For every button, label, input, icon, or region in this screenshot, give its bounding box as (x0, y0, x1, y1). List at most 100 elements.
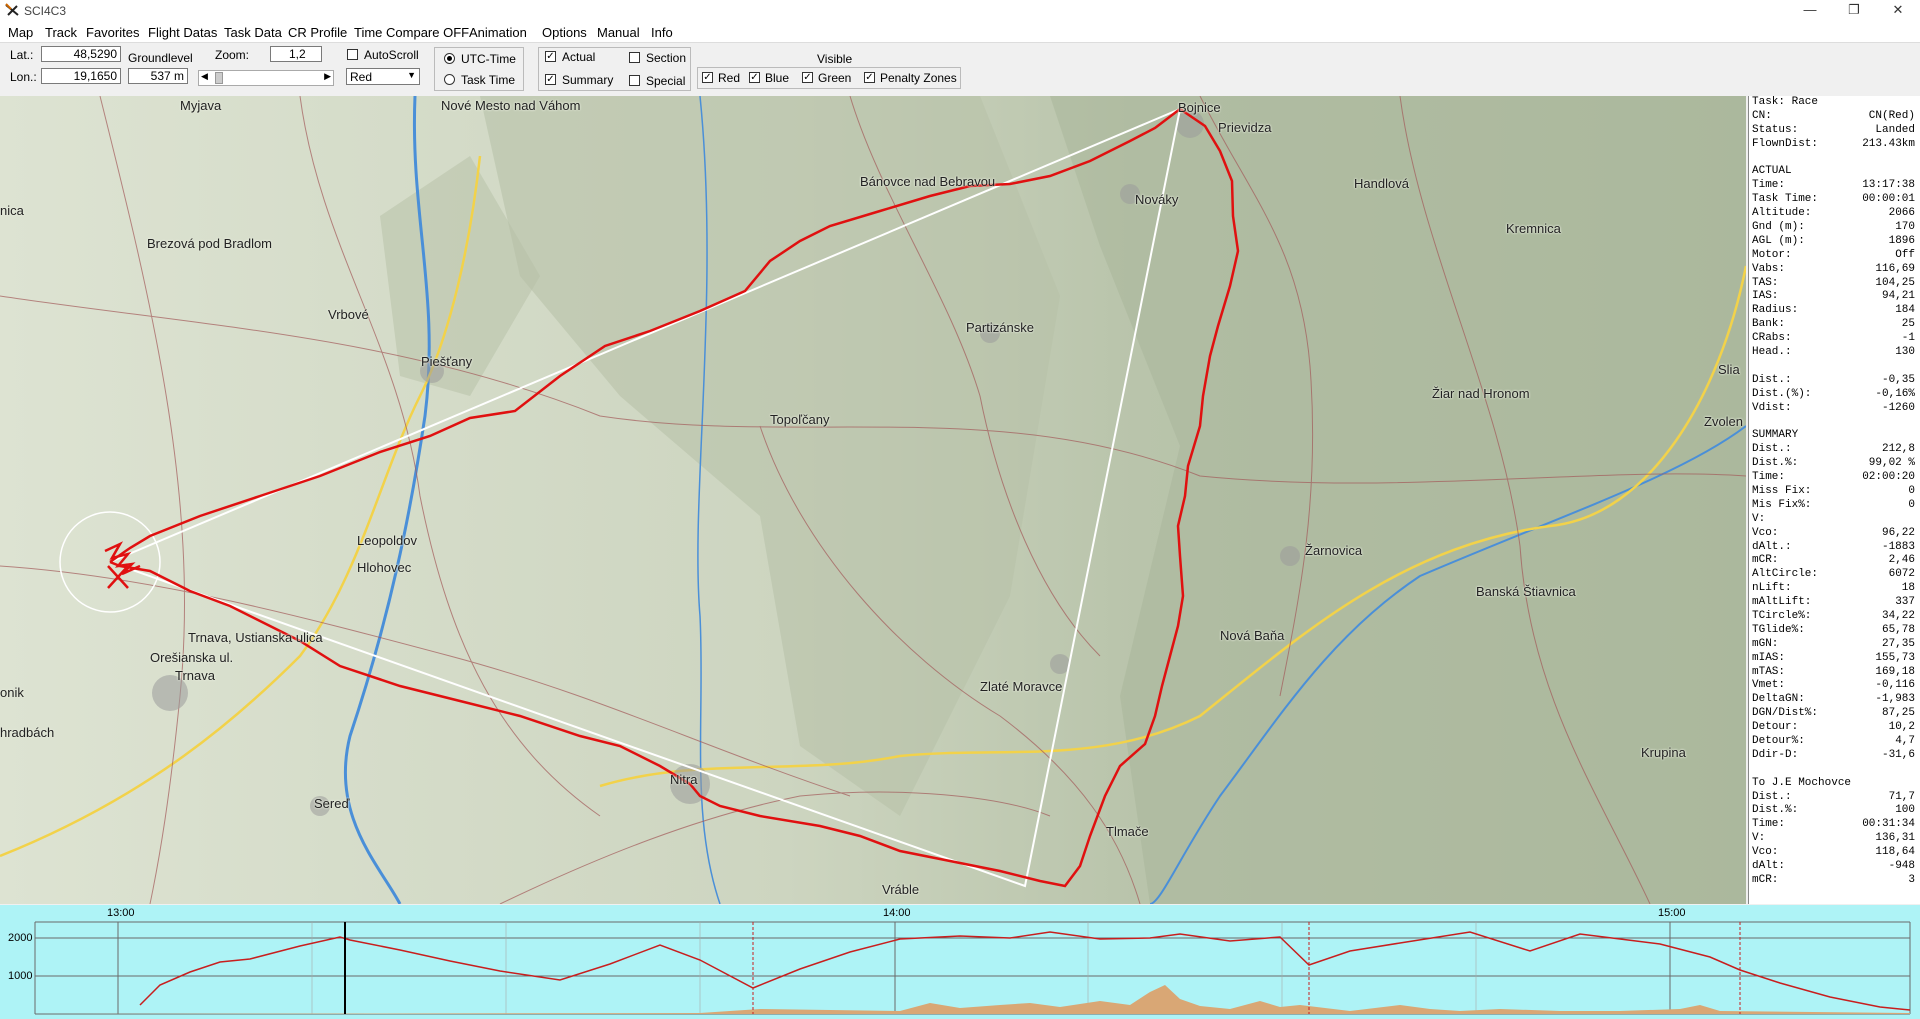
town-label: Brezová pod Bradlom (147, 236, 273, 251)
green-checkbox[interactable]: ✓ (802, 72, 813, 83)
info-value: 18 (1901, 582, 1915, 595)
menu-cr-profile[interactable]: CR Profile (288, 25, 347, 40)
info-value: -0,116 (1875, 679, 1915, 692)
info-row: Time: 13:17:38 (1749, 179, 1920, 193)
town-label: Nováky (1135, 192, 1179, 207)
info-value: 116,69 (1875, 262, 1915, 275)
menu-manual[interactable]: Manual (597, 25, 640, 40)
town-label: Bánovce nad Bebravou (860, 174, 996, 189)
menu-animation[interactable]: Animation (469, 25, 527, 40)
actual-checkbox[interactable]: ✓ (545, 51, 556, 62)
info-key: dAlt.: (1752, 540, 1792, 553)
info-row: V: 136,31 (1749, 832, 1920, 846)
menu-flight-datas[interactable]: Flight Datas (148, 25, 217, 40)
y-axis-label: 2000 (8, 932, 33, 944)
scroll-thumb[interactable] (215, 72, 223, 84)
info-row: Altitude: 2066 (1749, 207, 1920, 221)
zoom-field[interactable]: 1,2 (270, 46, 322, 62)
info-row: Detour: 10,2 (1749, 721, 1920, 735)
map-view[interactable]: Myjava Nové Mesto nad Váhom Bojnice Prie… (0, 96, 1746, 904)
info-key: DGN/Dist%: (1752, 707, 1819, 720)
town-label: Krupina (1641, 745, 1686, 760)
info-row: Motor: Off (1749, 249, 1920, 263)
menu-time-compare[interactable]: Time Compare OFF (354, 25, 469, 40)
special-checkbox[interactable] (629, 75, 640, 86)
info-key: SUMMARY (1752, 429, 1799, 442)
green-label: Green (818, 71, 852, 85)
info-key: Altitude: (1752, 207, 1812, 220)
info-key: Motor: (1752, 248, 1792, 261)
utc-time-radio[interactable] (444, 53, 455, 64)
blue-checkbox[interactable]: ✓ (749, 72, 760, 83)
town-label: onik (0, 685, 24, 700)
info-row: Task Time: 00:00:01 (1749, 193, 1920, 207)
info-key: Status: (1752, 123, 1799, 136)
autoscroll-checkbox[interactable] (347, 49, 358, 60)
info-value: 3 (1908, 873, 1915, 886)
info-row: TCircle%: 34,22 (1749, 610, 1920, 624)
info-key: mCR: (1752, 554, 1779, 567)
info-value: 00:31:34 (1862, 818, 1915, 831)
info-value: Off (1895, 248, 1915, 261)
info-value: 96,22 (1881, 526, 1915, 539)
info-key: Dist.: (1752, 443, 1792, 456)
info-row: Dist.%: 99,02 % (1749, 457, 1920, 471)
info-value: -1 (1901, 332, 1915, 345)
minimize-icon[interactable]: — (1788, 0, 1832, 22)
menu-options[interactable]: Options (542, 25, 587, 40)
town-label: Vrbové (328, 307, 369, 322)
info-row: Status: Landed (1749, 124, 1920, 138)
zoom-slider[interactable]: ◀ ▶ (198, 70, 334, 86)
info-panel: Task: Race CN: CN(Red) Status: Landed FlownDi… (1748, 96, 1920, 904)
menu-map[interactable]: Map (8, 25, 33, 40)
info-value: 87,25 (1881, 707, 1915, 720)
info-value: -0,16% (1875, 387, 1915, 400)
terrain-profile (35, 985, 1910, 1014)
town-label: nica (0, 203, 24, 218)
info-value: 155,73 (1875, 651, 1915, 664)
info-key: Radius: (1752, 304, 1799, 317)
info-key: Vabs: (1752, 262, 1786, 275)
red-label: Red (718, 71, 741, 85)
app-icon (5, 3, 19, 16)
menu-info[interactable]: Info (651, 25, 673, 40)
lon-field[interactable]: 19,1650 (41, 68, 121, 84)
info-value: -31,6 (1881, 748, 1915, 761)
menu-track[interactable]: Track (45, 25, 77, 40)
info-key: Task Time: (1752, 193, 1819, 206)
info-key: mTAS: (1752, 665, 1786, 678)
info-value: -1,983 (1875, 693, 1915, 706)
info-key: Head.: (1752, 346, 1792, 359)
info-key: mGN: (1752, 637, 1779, 650)
info-value: 100 (1895, 804, 1915, 817)
map-canvas (0, 96, 1746, 904)
town-label: Topoľčany (770, 412, 830, 427)
summary-checkbox[interactable]: ✓ (545, 74, 556, 85)
red-checkbox[interactable]: ✓ (702, 72, 713, 83)
section-label: Section (646, 51, 687, 65)
menu-favorites[interactable]: Favorites (86, 25, 139, 40)
scroll-right-icon[interactable]: ▶ (324, 71, 331, 82)
altitude-graph[interactable]: 13:00 14:00 15:00 2000 1000 (0, 905, 1920, 1019)
utc-time-label: UTC-Time (461, 52, 516, 66)
scroll-left-icon[interactable]: ◀ (201, 71, 208, 82)
info-row: CRabs: -1 (1749, 332, 1920, 346)
info-key: ACTUAL (1752, 165, 1792, 178)
info-row: FlownDist: 213.43km (1749, 138, 1920, 152)
maximize-icon[interactable]: ❐ (1832, 0, 1876, 22)
close-icon[interactable]: ✕ (1876, 0, 1920, 22)
info-key: Detour: (1752, 721, 1799, 734)
info-value: 00:00:01 (1862, 193, 1915, 206)
menu-task-data[interactable]: Task Data (224, 25, 282, 40)
info-value: 99,02 % (1868, 457, 1915, 470)
info-row: DGN/Dist%: 87,25 (1749, 707, 1920, 721)
window-title: SCI4C3 (24, 4, 67, 18)
info-key: Time: (1752, 179, 1786, 192)
task-time-radio[interactable] (444, 74, 455, 85)
section-checkbox[interactable] (629, 52, 640, 63)
info-row: Bank: 25 (1749, 318, 1920, 332)
lat-field[interactable]: 48,5290 (41, 46, 121, 62)
info-key: Vdist: (1752, 401, 1792, 414)
color-select[interactable]: Red ▼ (346, 68, 420, 85)
penalty-zones-checkbox[interactable]: ✓ (864, 72, 875, 83)
